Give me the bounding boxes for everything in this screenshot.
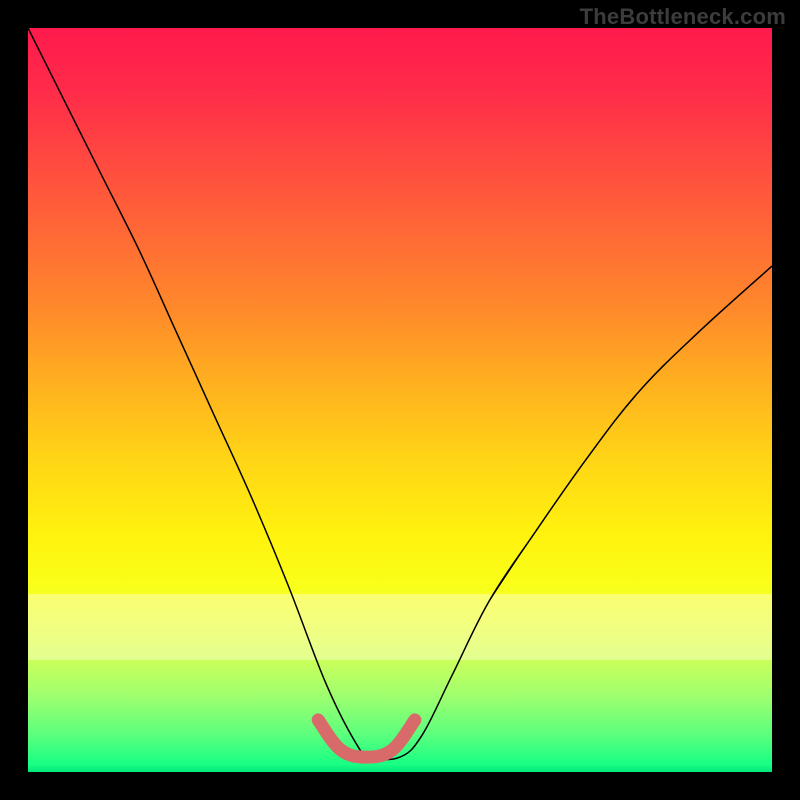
- plot-area: [28, 28, 772, 772]
- curve-layer: [28, 28, 772, 772]
- bottleneck-curve-right-tail: [489, 266, 772, 601]
- watermark-text: TheBottleneck.com: [580, 4, 786, 30]
- chart-frame: TheBottleneck.com: [0, 0, 800, 800]
- bottleneck-curve: [28, 28, 772, 760]
- trough-highlight: [318, 720, 415, 757]
